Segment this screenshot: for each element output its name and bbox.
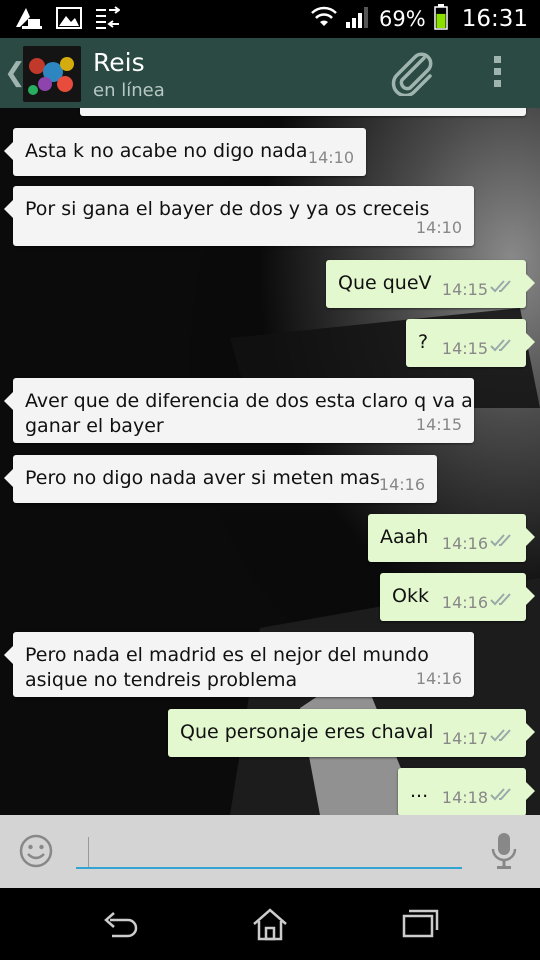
bubble-tail (4, 469, 13, 487)
status-bar: 69% 16:31 (0, 0, 540, 38)
read-ticks-icon (490, 334, 516, 359)
bubble-tail (526, 587, 535, 605)
status-clock: 16:31 (461, 6, 528, 32)
message-text: Asta k no acabe no digo nada (25, 140, 308, 162)
paperclip-icon[interactable] (390, 52, 436, 100)
message-timestamp: 14:17 (441, 729, 488, 748)
navigation-bar (0, 888, 540, 960)
message-text: Por si gana el bayer de dos y ya os crec… (25, 198, 430, 220)
text-cursor (88, 837, 89, 867)
message-text: Que personaje eres chaval (180, 721, 434, 743)
read-ticks-icon (490, 724, 516, 749)
incoming-message[interactable]: Pero no digo nada aver si meten mas 14:16 (4, 455, 437, 503)
outgoing-message[interactable]: ? 14:15 (406, 319, 535, 367)
message-text: Okk (392, 585, 429, 607)
bubble-tail (4, 646, 13, 664)
nav-home-icon[interactable] (250, 906, 290, 946)
overflow-menu-icon[interactable] (490, 56, 504, 90)
contact-name[interactable]: Reis (93, 48, 145, 77)
microphone-icon[interactable] (488, 831, 520, 875)
bubble-tail (526, 528, 535, 546)
message-timestamp: 14:10 (307, 148, 354, 167)
outgoing-message[interactable]: Que personaje eres chaval 14:17 (168, 709, 535, 757)
nav-back-icon[interactable] (100, 906, 140, 944)
message-timestamp: 14:10 (415, 218, 462, 237)
gallery-icon (56, 7, 82, 33)
message-text: Pero nada el madrid es el nejor del mund… (25, 644, 429, 666)
read-ticks-icon (490, 529, 516, 554)
compose-bar (0, 815, 540, 888)
emoji-icon[interactable] (18, 833, 54, 873)
outgoing-message[interactable]: ... 14:18 (398, 768, 535, 815)
avatar[interactable] (23, 46, 81, 102)
message-input[interactable] (76, 837, 462, 869)
outgoing-message[interactable]: Aaah 14:16 (368, 514, 535, 562)
message-text: ... (410, 780, 429, 802)
bubble-tail (526, 274, 535, 292)
message-text: Aaah (380, 526, 429, 548)
incoming-message[interactable]: Pero nada el madrid es el nejor del mund… (4, 632, 474, 697)
message-timestamp: 14:15 (415, 415, 462, 434)
bubble-tail (526, 333, 535, 351)
signal-icon (345, 6, 371, 32)
nav-recents-icon[interactable] (400, 906, 440, 944)
message-text: ? (418, 331, 429, 353)
message-text: Que queV (338, 272, 432, 294)
bubble-tail (4, 200, 13, 218)
bubble-tail (4, 142, 13, 160)
message-timestamp: 14:18 (441, 788, 488, 807)
message-timestamp: 14:16 (415, 669, 462, 688)
conversation-area[interactable]: Asta k no acabe no digo nada 14:10 Por si … (0, 108, 540, 815)
message-timestamp: 14:16 (441, 534, 488, 553)
message-timestamp: 14:15 (441, 339, 488, 358)
bubble-tail (526, 782, 535, 800)
incoming-message[interactable]: Asta k no acabe no digo nada 14:10 (4, 128, 366, 176)
incoming-message[interactable]: Aver que de diferencia de dos esta claro… (4, 378, 474, 443)
outgoing-message[interactable]: Que queV 14:15 (326, 260, 535, 308)
message-timestamp: 14:16 (378, 475, 425, 494)
message-text: Aver que de diferencia de dos esta claro… (25, 390, 473, 412)
message-text: ganar el bayer (25, 415, 164, 437)
chat-header: ❮ Reis en línea (0, 38, 540, 108)
read-ticks-icon (490, 588, 516, 613)
bubble-tail (526, 723, 535, 741)
bubble-tail (4, 392, 13, 410)
message-timestamp: 14:15 (441, 280, 488, 299)
outgoing-message[interactable]: Okk 14:16 (380, 573, 535, 621)
message-text: asique no tendreis problema (25, 669, 298, 691)
battery-percent: 69% (379, 7, 426, 31)
message-bubble-partial (80, 108, 526, 116)
wifi-icon (311, 6, 337, 32)
data-transfer-icon (96, 6, 121, 34)
message-text: Pero no digo nada aver si meten mas (25, 467, 380, 489)
battery-icon (433, 4, 448, 34)
contact-status: en línea (93, 80, 165, 101)
read-ticks-icon (490, 783, 516, 808)
read-ticks-icon (490, 275, 516, 300)
incoming-message[interactable]: Por si gana el bayer de dos y ya os crec… (4, 186, 474, 246)
cleaner-icon (16, 7, 42, 33)
message-timestamp: 14:16 (441, 593, 488, 612)
